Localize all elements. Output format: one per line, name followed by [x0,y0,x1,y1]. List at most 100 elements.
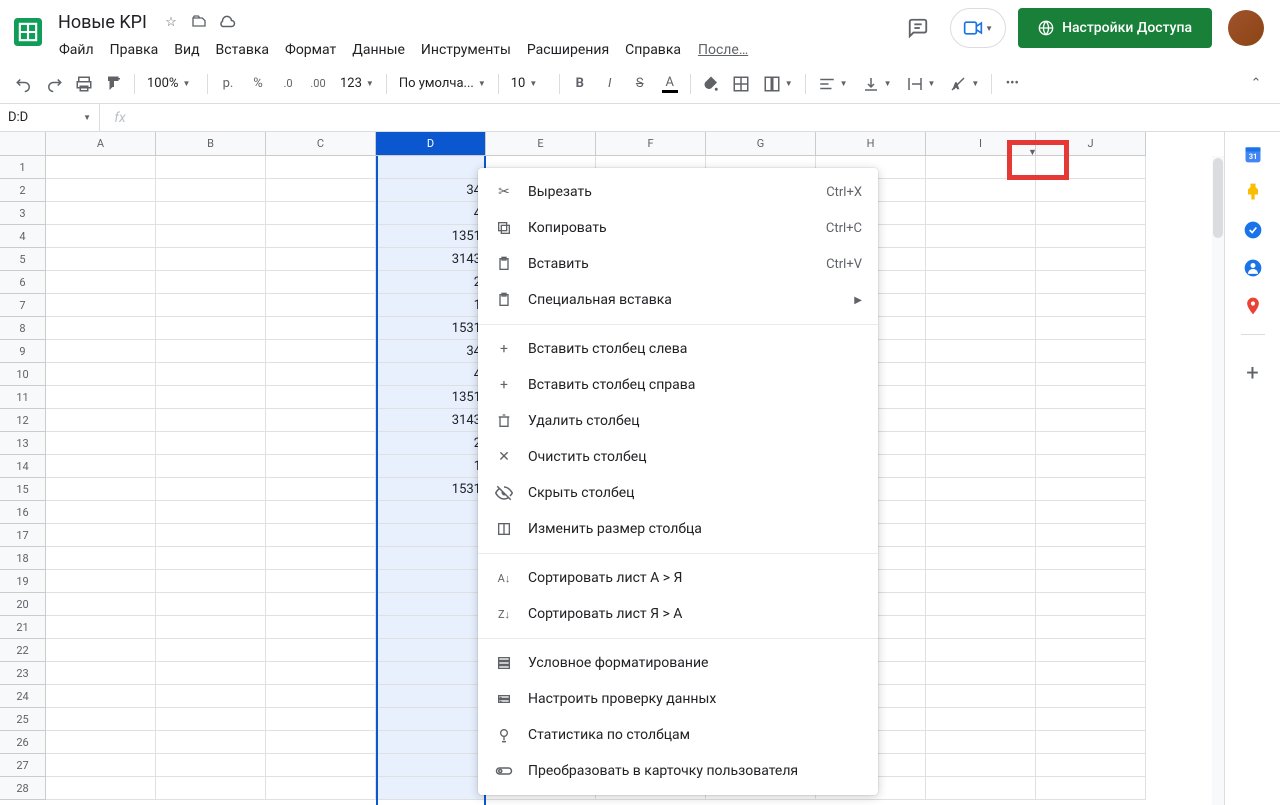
cell[interactable] [266,156,376,179]
cell[interactable] [156,547,266,570]
cell[interactable] [1036,777,1146,800]
cell[interactable] [156,179,266,202]
cell[interactable] [376,777,486,800]
col-header-j[interactable]: J [1036,132,1146,156]
ctx-hide-col[interactable]: Скрыть столбец [478,475,878,511]
cell[interactable] [266,754,376,777]
row-header[interactable]: 9 [0,340,46,363]
cell[interactable] [156,639,266,662]
cell[interactable] [926,179,1036,202]
cell[interactable] [46,202,156,225]
ctx-clear-col[interactable]: ✕Очистить столбец [478,439,878,475]
ctx-delete-col[interactable]: Удалить столбец [478,403,878,439]
row-header[interactable]: 13 [0,432,46,455]
cell[interactable] [926,616,1036,639]
cell[interactable] [46,386,156,409]
row-header[interactable]: 15 [0,478,46,501]
cell[interactable]: 1 [376,294,486,317]
cell[interactable] [46,639,156,662]
cell[interactable] [266,340,376,363]
cell[interactable] [1036,570,1146,593]
cell[interactable] [156,340,266,363]
doc-title[interactable]: Новые KPI [52,10,153,35]
row-header[interactable]: 7 [0,294,46,317]
ctx-sort-az[interactable]: A↓Сортировать лист А > Я [478,560,878,596]
increase-decimal-button[interactable]: .00 [304,70,332,98]
decrease-decimal-button[interactable]: .0 [274,70,302,98]
cell[interactable] [266,294,376,317]
font-size-dropdown[interactable]: 10▼ [505,70,553,98]
cell[interactable]: 2 [376,271,486,294]
cell[interactable] [266,731,376,754]
row-header[interactable]: 20 [0,593,46,616]
cell[interactable]: 4 [376,202,486,225]
cell[interactable]: 3143 [376,248,486,271]
cell[interactable] [46,409,156,432]
cell[interactable] [46,340,156,363]
cell[interactable] [46,478,156,501]
strikethrough-button[interactable]: S [626,70,654,98]
cell[interactable] [156,248,266,271]
cell[interactable] [266,662,376,685]
row-header[interactable]: 10 [0,363,46,386]
cell[interactable] [926,662,1036,685]
cell[interactable] [926,478,1036,501]
cell[interactable] [156,708,266,731]
maps-icon[interactable] [1243,296,1263,316]
cell[interactable] [156,363,266,386]
keep-icon[interactable] [1243,182,1263,202]
cell[interactable] [156,501,266,524]
paint-format-icon[interactable] [100,70,128,98]
cell[interactable] [266,478,376,501]
menu-tools[interactable]: Инструменты [414,38,518,62]
cell[interactable] [266,386,376,409]
cell[interactable] [376,731,486,754]
cell[interactable] [376,685,486,708]
cell[interactable] [46,156,156,179]
row-header[interactable]: 12 [0,409,46,432]
cell[interactable] [1036,455,1146,478]
cell[interactable] [926,455,1036,478]
percent-button[interactable]: % [244,70,272,98]
cell[interactable] [926,708,1036,731]
cell[interactable] [156,478,266,501]
ctx-cut[interactable]: ✂ВырезатьCtrl+X [478,174,878,210]
cell[interactable] [46,685,156,708]
avatar[interactable] [1228,10,1264,46]
print-icon[interactable] [70,70,98,98]
menu-insert[interactable]: Вставка [209,38,276,62]
menu-extensions[interactable]: Расширения [520,38,616,62]
more-toolbar-button[interactable]: ••• [998,70,1026,98]
share-button[interactable]: Настройки Доступа [1018,8,1212,48]
cell[interactable] [376,156,486,179]
row-header[interactable]: 28 [0,777,46,800]
cell[interactable] [1036,524,1146,547]
cell[interactable] [156,432,266,455]
cell[interactable] [926,432,1036,455]
cell[interactable] [926,340,1036,363]
ctx-data-validation[interactable]: Настроить проверку данных [478,681,878,717]
select-all-corner[interactable] [0,132,46,156]
cell[interactable] [46,754,156,777]
cell[interactable] [46,225,156,248]
cell[interactable] [1036,731,1146,754]
row-header[interactable]: 8 [0,317,46,340]
halign-button[interactable]: ▼ [812,70,854,98]
cell[interactable] [926,731,1036,754]
cell[interactable] [1036,294,1146,317]
cell[interactable]: 34 [376,340,486,363]
cell[interactable]: 34 [376,179,486,202]
cell[interactable] [1036,616,1146,639]
cell[interactable] [156,593,266,616]
move-icon[interactable] [189,12,209,32]
cell[interactable] [926,501,1036,524]
sheets-logo[interactable] [8,12,48,52]
row-header[interactable]: 2 [0,179,46,202]
cell[interactable] [376,547,486,570]
cell[interactable] [266,455,376,478]
star-icon[interactable]: ☆ [161,12,181,32]
cell[interactable] [1036,271,1146,294]
cell[interactable] [46,455,156,478]
cell[interactable] [926,593,1036,616]
row-header[interactable]: 27 [0,754,46,777]
